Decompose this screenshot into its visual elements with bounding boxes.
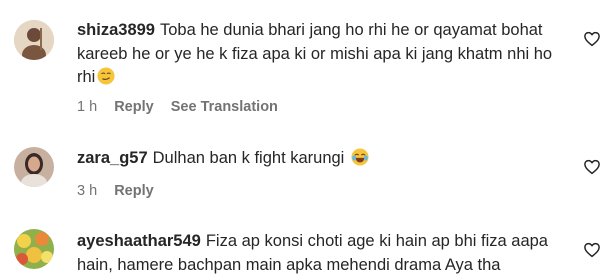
tears-of-joy-emoji <box>351 148 369 166</box>
comment-username[interactable]: ayeshaathar549 <box>77 232 201 250</box>
heart-outline-icon[interactable] <box>583 241 601 259</box>
comment-meta: 3 h Reply <box>77 183 167 199</box>
comment-time: 1 h <box>77 99 98 115</box>
heart-outline-icon[interactable] <box>583 30 601 48</box>
comments-list: shiza3899 Toba he dunia bhari jang ho rhi… <box>0 0 608 279</box>
reply-button[interactable]: Reply <box>114 183 154 199</box>
comment-body: shiza3899 Toba he dunia bhari jang ho rhi… <box>77 19 571 90</box>
avatar[interactable] <box>14 147 54 187</box>
heart-outline-icon[interactable] <box>583 158 601 176</box>
comment-time: 3 h <box>77 183 98 199</box>
comment-username[interactable]: zara_g57 <box>77 149 148 167</box>
see-translation-button[interactable]: See Translation <box>171 99 278 115</box>
comment-item: zara_g57 Dulhan ban k fight karungi 3 h R… <box>0 140 608 210</box>
comment-username[interactable]: shiza3899 <box>77 21 155 39</box>
comment-text: Dulhan ban k fight karungi <box>152 149 345 167</box>
comment-item: shiza3899 Toba he dunia bhari jang ho rhi… <box>0 0 608 125</box>
avatar[interactable] <box>14 20 54 60</box>
comment-item: ayeshaathar549 Fiza ap konsi choti age ki… <box>0 224 608 279</box>
comment-meta: 1 h Reply See Translation <box>77 99 291 115</box>
avatar[interactable] <box>14 229 54 269</box>
comment-body: ayeshaathar549 Fiza ap konsi choti age ki… <box>77 230 571 277</box>
comment-body: zara_g57 Dulhan ban k fight karungi <box>77 147 571 171</box>
smirking-face-emoji <box>97 67 115 85</box>
reply-button[interactable]: Reply <box>114 99 154 115</box>
